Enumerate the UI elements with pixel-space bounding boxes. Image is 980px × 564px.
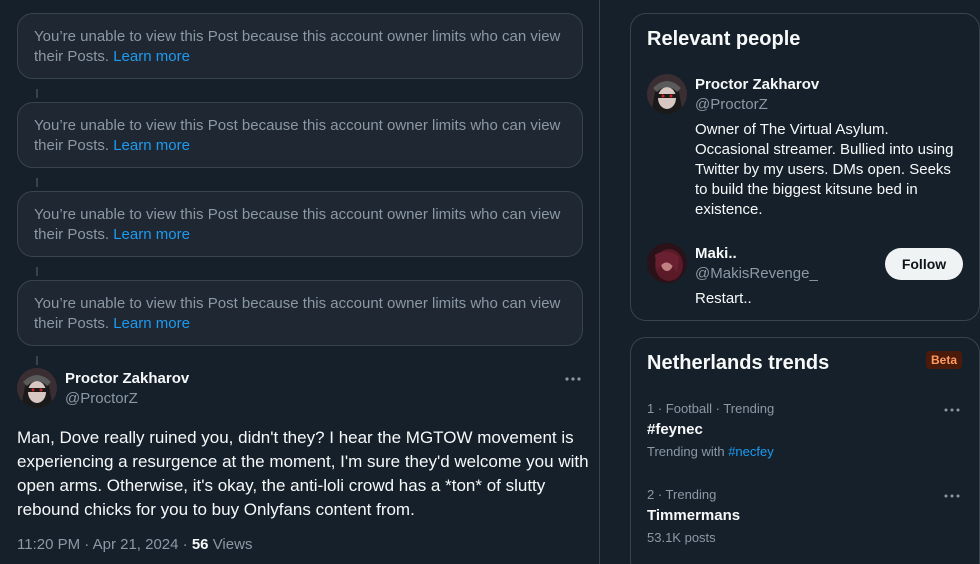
avatar-image — [17, 368, 57, 408]
person-name[interactable]: Maki.. — [695, 245, 737, 262]
panel-title: Relevant people — [647, 28, 801, 50]
avatar[interactable] — [647, 243, 687, 283]
trend-name[interactable]: Timmermans — [647, 507, 740, 524]
restricted-post-notice: You’re unable to view this Post because … — [17, 13, 583, 79]
avatar-image — [647, 243, 687, 283]
restricted-post-notice: You’re unable to view this Post because … — [17, 102, 583, 168]
learn-more-link[interactable]: Learn more — [113, 226, 190, 243]
tweet-text: Man, Dove really ruined you, didn't they… — [17, 428, 589, 519]
trend-meta: 2 · Trending — [647, 487, 717, 502]
person-handle[interactable]: @ProctorZ — [695, 96, 768, 113]
views-count: 56 — [191, 536, 209, 553]
trend-name[interactable]: #feynec — [647, 421, 703, 438]
trending-with-label: Trending with — [647, 444, 725, 459]
restricted-post-notice: You’re unable to view this Post because … — [17, 280, 583, 346]
beta-badge: Beta — [926, 351, 963, 369]
person-name[interactable]: Proctor Zakharov — [695, 76, 819, 93]
thread-connector — [36, 267, 38, 276]
more-horizontal-icon[interactable] — [941, 406, 963, 420]
learn-more-link[interactable]: Learn more — [113, 315, 190, 332]
tweet-author-handle[interactable]: @ProctorZ — [65, 390, 138, 407]
tweet-metadata: 11:20 PM · Apr 21, 2024 · 56 Views — [17, 536, 252, 553]
avatar[interactable] — [647, 74, 687, 114]
views-label: Views — [212, 536, 253, 553]
trends-panel: Netherlands trends Beta 1 · Football · T… — [630, 337, 980, 564]
tweet-author-name[interactable]: Proctor Zakharov — [65, 370, 189, 387]
avatar[interactable] — [17, 368, 57, 408]
main-timeline: You’re unable to view this Post because … — [0, 0, 600, 564]
person-bio: Owner of The Virtual Asylum. Occasional … — [695, 121, 954, 218]
learn-more-link[interactable]: Learn more — [113, 48, 190, 65]
related-hashtag-link[interactable]: #necfey — [728, 444, 774, 459]
restricted-post-notice: You’re unable to view this Post because … — [17, 191, 583, 257]
follow-button[interactable]: Follow — [885, 248, 963, 280]
thread-connector — [36, 178, 38, 187]
thread-connector — [36, 356, 38, 365]
person-bio: Restart.. — [695, 290, 752, 307]
trend-post-count: 53.1K posts — [647, 530, 716, 545]
panel-title: Netherlands trends — [647, 352, 830, 374]
relevant-people-panel: Relevant people Proctor Zakharov @Procto… — [630, 13, 980, 321]
avatar-image — [647, 74, 687, 114]
tweet-timestamp[interactable]: 11:20 PM · Apr 21, 2024 — [17, 536, 179, 553]
trend-subtext: Trending with #necfey — [647, 444, 774, 459]
meta-separator: · — [182, 536, 188, 553]
more-horizontal-icon[interactable] — [563, 370, 583, 388]
person-handle[interactable]: @MakisRevenge_ — [695, 265, 818, 282]
learn-more-link[interactable]: Learn more — [113, 137, 190, 154]
more-horizontal-icon[interactable] — [941, 492, 963, 506]
trend-meta: 1 · Football · Trending — [647, 401, 775, 416]
thread-connector — [36, 89, 38, 98]
